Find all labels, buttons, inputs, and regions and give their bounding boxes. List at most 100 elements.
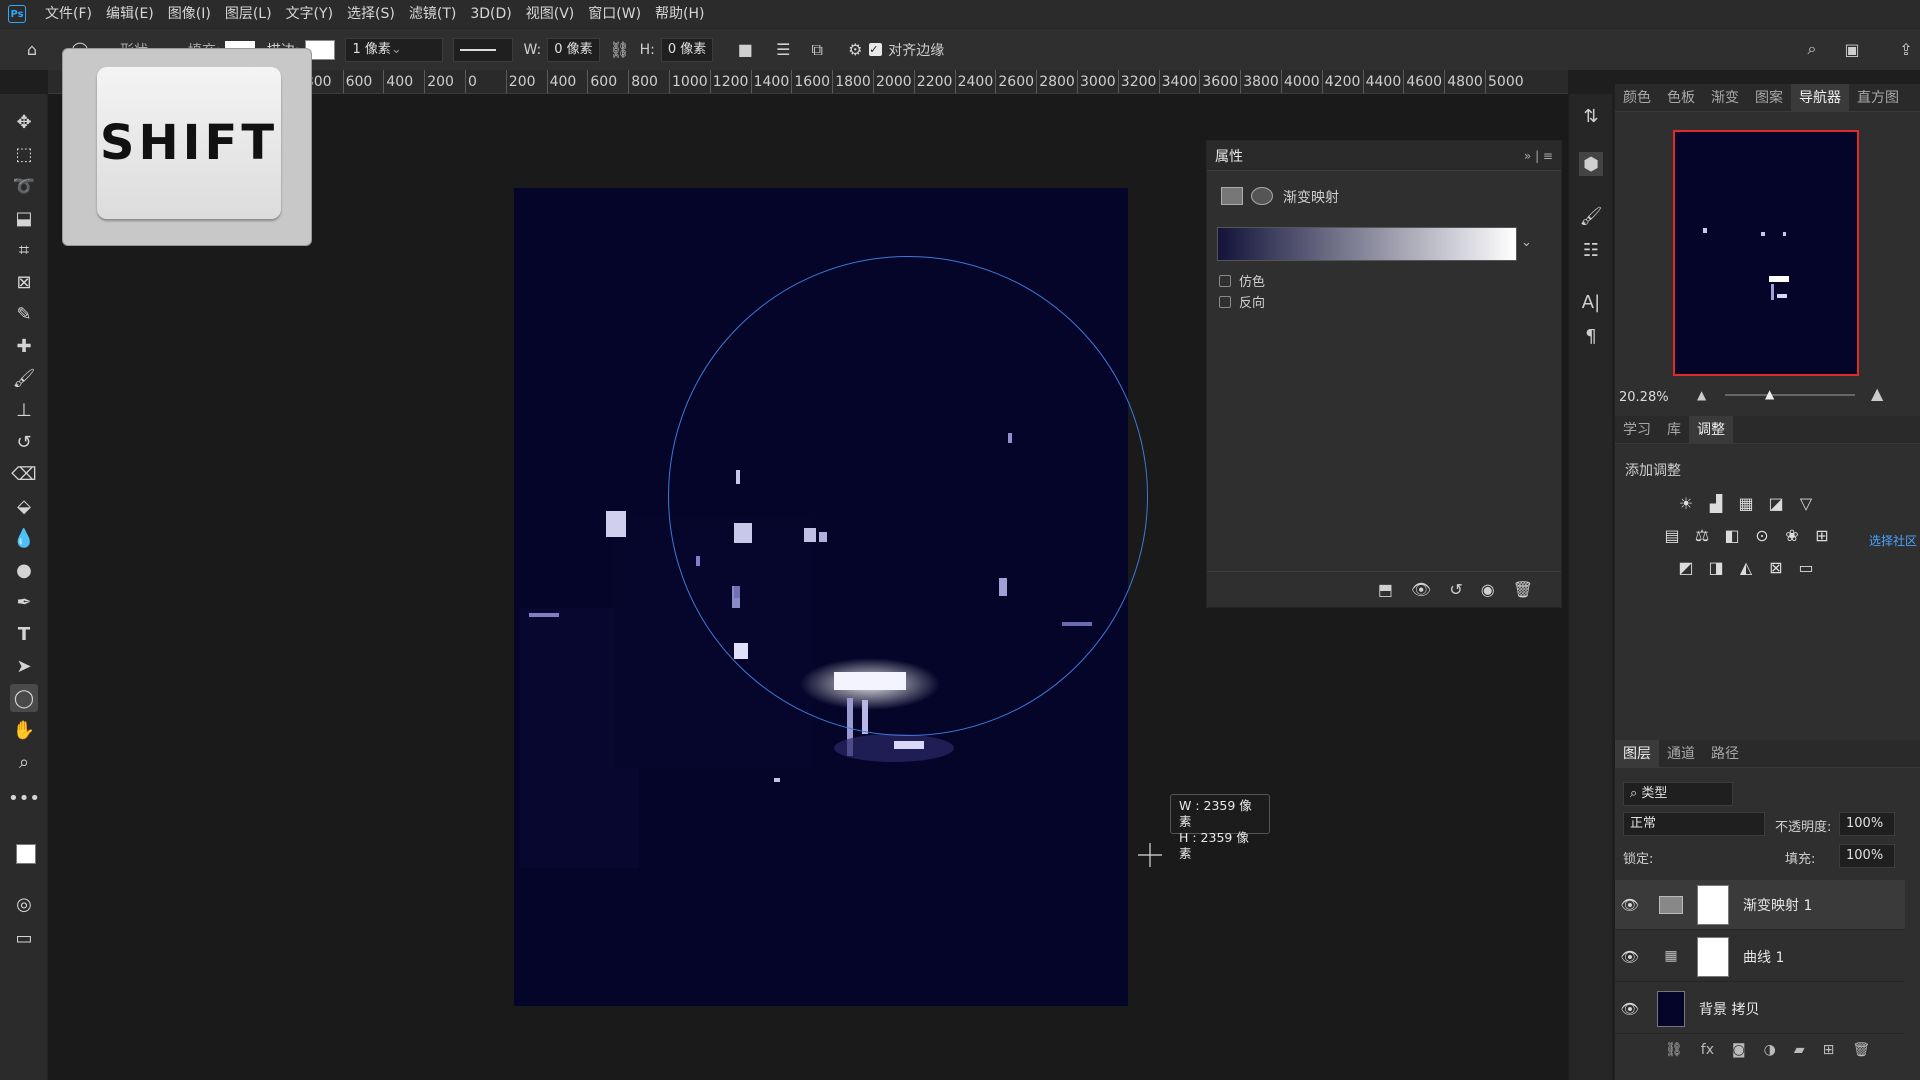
- blur-tool-icon[interactable]: 💧: [10, 524, 38, 552]
- screen-mode-icon[interactable]: ▭: [10, 924, 38, 952]
- layer-filter-select[interactable]: ⌕ 类型: [1623, 782, 1733, 806]
- tab-paths[interactable]: 路径: [1703, 740, 1747, 768]
- width-input[interactable]: 0 像素: [547, 37, 600, 62]
- zoom-slider-thumb[interactable]: ▲: [1765, 387, 1774, 401]
- layer-name[interactable]: 曲线 1: [1743, 947, 1784, 967]
- crop-tool-icon[interactable]: ⌗: [10, 236, 38, 264]
- navigator-preview[interactable]: [1673, 130, 1859, 376]
- stroke-width-input[interactable]: 1 像素 ⌄: [345, 37, 444, 62]
- tab-navigator[interactable]: 导航器: [1791, 83, 1849, 112]
- fx-icon[interactable]: fx: [1701, 1042, 1714, 1058]
- zoom-slider-track[interactable]: [1725, 394, 1855, 396]
- adjust-sliders-icon[interactable]: ☷: [1579, 238, 1603, 262]
- color-balance-icon[interactable]: ⚖: [1691, 524, 1713, 546]
- menu-edit[interactable]: 编辑(E): [99, 0, 161, 28]
- 3d-panel-icon[interactable]: ⬢: [1579, 152, 1603, 176]
- fill-input[interactable]: 100%: [1839, 844, 1895, 868]
- hand-tool-icon[interactable]: ✋: [10, 716, 38, 744]
- posterize-icon[interactable]: ◨: [1705, 556, 1727, 578]
- curves-icon[interactable]: ▦: [1735, 492, 1757, 514]
- layer-name[interactable]: 渐变映射 1: [1743, 895, 1812, 915]
- gear-icon[interactable]: ⚙: [845, 40, 865, 60]
- height-input[interactable]: 0 像素: [660, 37, 714, 62]
- tab-swatches[interactable]: 色板: [1659, 84, 1703, 112]
- layer-mask-thumbnail[interactable]: [1697, 884, 1729, 925]
- character-panel-icon[interactable]: A|: [1579, 290, 1603, 314]
- gradient-map-bar[interactable]: [1217, 227, 1517, 261]
- hue-saturation-icon[interactable]: ▤: [1661, 524, 1683, 546]
- tab-gradients[interactable]: 渐变: [1703, 84, 1747, 112]
- eyedropper-tool-icon[interactable]: ✎: [10, 300, 38, 328]
- mask-icon[interactable]: [1251, 187, 1273, 205]
- panel-collapse-icon[interactable]: » | ≡: [1524, 149, 1553, 163]
- trash-icon[interactable]: 🗑: [1513, 580, 1533, 599]
- path-arrangement-icon[interactable]: ⧉: [807, 40, 827, 60]
- tab-histogram[interactable]: 直方图: [1849, 84, 1907, 112]
- layer-row[interactable]: 👁 ▦ 曲线 1: [1615, 932, 1905, 982]
- link-icon[interactable]: ⛓: [609, 40, 629, 60]
- menu-window[interactable]: 窗口(W): [581, 0, 648, 28]
- threshold-icon[interactable]: ◭: [1735, 556, 1757, 578]
- view-previous-icon[interactable]: 👁: [1411, 580, 1431, 599]
- visibility-icon[interactable]: ◉: [1481, 580, 1495, 599]
- tab-layers[interactable]: 图层: [1615, 739, 1659, 768]
- menu-type[interactable]: 文字(Y): [279, 0, 340, 28]
- new-adjustment-icon[interactable]: ◑: [1764, 1042, 1776, 1058]
- link-layers-icon[interactable]: ⛓: [1665, 1042, 1683, 1058]
- new-layer-icon[interactable]: ⊞: [1823, 1042, 1835, 1058]
- layer-row[interactable]: 👁 渐变映射 1: [1615, 880, 1905, 930]
- stamp-tool-icon[interactable]: ⊥: [10, 396, 38, 424]
- clip-to-layer-icon[interactable]: ⬒: [1378, 580, 1393, 599]
- tab-properties[interactable]: 属性: [1215, 146, 1243, 166]
- healing-brush-tool-icon[interactable]: ✚: [10, 332, 38, 360]
- side-link[interactable]: 选择社区: [1869, 532, 1917, 549]
- blend-mode-select[interactable]: 正常: [1623, 812, 1765, 836]
- layer-mask-thumbnail[interactable]: [1697, 936, 1729, 977]
- color-lookup-icon[interactable]: ⊞: [1811, 524, 1833, 546]
- dither-checkbox[interactable]: [1219, 274, 1231, 287]
- brush-settings-icon[interactable]: 🖌: [1579, 204, 1603, 228]
- menu-image[interactable]: 图像(I): [161, 0, 218, 28]
- share-icon[interactable]: ⇪: [1896, 39, 1916, 59]
- pen-tool-icon[interactable]: ✒: [10, 588, 38, 616]
- stroke-type-select[interactable]: [453, 37, 514, 62]
- tab-libraries[interactable]: 库: [1659, 416, 1689, 444]
- tab-adjustments[interactable]: 调整: [1689, 415, 1733, 444]
- eraser-tool-icon[interactable]: ⌫: [10, 460, 38, 488]
- dither-option[interactable]: 仿色: [1219, 271, 1265, 290]
- search-icon[interactable]: ⌕: [1802, 39, 1822, 59]
- path-alignment-icon[interactable]: ☰: [773, 40, 793, 60]
- levels-icon[interactable]: ▟: [1705, 492, 1727, 514]
- lasso-tool-icon[interactable]: ➰: [10, 172, 38, 200]
- opacity-input[interactable]: 100%: [1839, 812, 1895, 836]
- zoom-tool-icon[interactable]: ⌕: [10, 748, 38, 776]
- history-panel-icon[interactable]: ⇅: [1579, 104, 1603, 128]
- vibrance-icon[interactable]: ▽: [1795, 492, 1817, 514]
- move-tool-icon[interactable]: ✥: [10, 108, 38, 136]
- eye-icon[interactable]: 👁: [1615, 948, 1645, 966]
- reset-icon[interactable]: ↺: [1449, 580, 1462, 599]
- selective-color-icon[interactable]: ⊠: [1765, 556, 1787, 578]
- menu-help[interactable]: 帮助(H): [648, 0, 711, 28]
- zoom-out-icon[interactable]: ▲: [1697, 388, 1706, 402]
- menu-file[interactable]: 文件(F): [38, 0, 99, 28]
- foreground-color-swatch[interactable]: [16, 844, 36, 864]
- marquee-tool-icon[interactable]: ⬚: [10, 140, 38, 168]
- tab-patterns[interactable]: 图案: [1747, 84, 1791, 112]
- eye-icon[interactable]: 👁: [1615, 1000, 1645, 1018]
- add-mask-icon[interactable]: ◙: [1732, 1042, 1746, 1058]
- adjustment-icon[interactable]: [1221, 187, 1243, 205]
- channel-mixer-icon[interactable]: ❀: [1781, 524, 1803, 546]
- path-operations-icon[interactable]: ■: [735, 40, 755, 60]
- layer-name[interactable]: 背景 拷贝: [1699, 999, 1759, 1019]
- menu-view[interactable]: 视图(V): [519, 0, 582, 28]
- paint-bucket-tool-icon[interactable]: ⬙: [10, 492, 38, 520]
- path-selection-tool-icon[interactable]: ➤: [10, 652, 38, 680]
- invert-icon[interactable]: ◩: [1675, 556, 1697, 578]
- brush-tool-icon[interactable]: 🖌: [10, 364, 38, 392]
- menu-filter[interactable]: 滤镜(T): [402, 0, 463, 28]
- paragraph-panel-icon[interactable]: ¶: [1579, 324, 1603, 348]
- frame-tool-icon[interactable]: ⊠: [10, 268, 38, 296]
- layer-thumbnail[interactable]: [1657, 990, 1685, 1027]
- gradient-dropdown-icon[interactable]: ⌄: [1521, 235, 1532, 250]
